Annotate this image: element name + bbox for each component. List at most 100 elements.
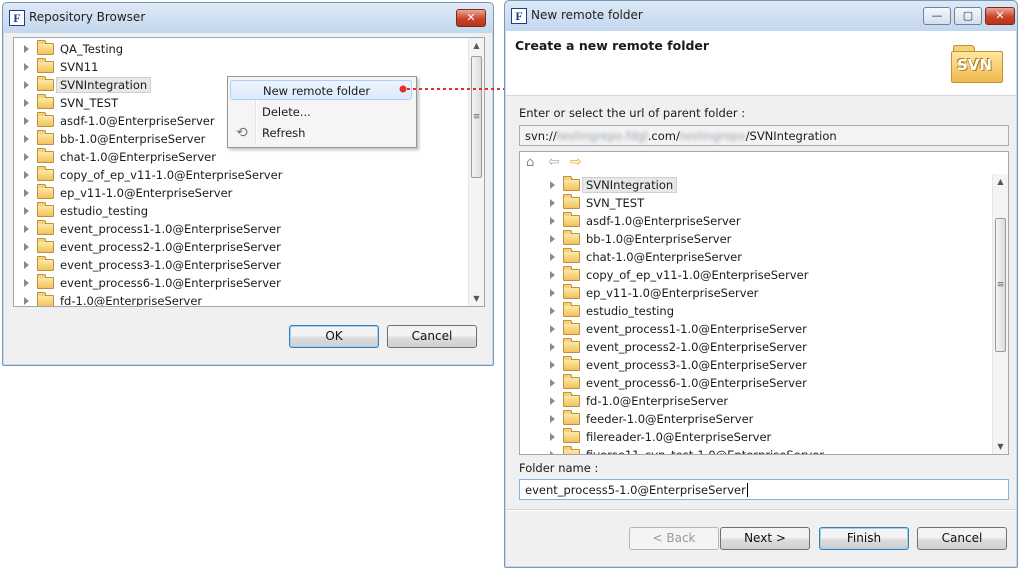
tree-row[interactable]: event_process1-1.0@EnterpriseServer — [550, 319, 807, 338]
expand-arrow-icon[interactable] — [550, 360, 555, 369]
tree-row-label: feeder-1.0@EnterpriseServer — [586, 412, 754, 426]
expand-arrow-icon[interactable] — [550, 252, 555, 261]
tree-row[interactable]: chat-1.0@EnterpriseServer — [24, 147, 216, 166]
close-icon[interactable]: ✕ — [985, 7, 1015, 25]
expand-arrow-icon[interactable] — [550, 270, 555, 279]
expand-arrow-icon[interactable] — [550, 414, 555, 423]
expand-arrow-icon[interactable] — [550, 396, 555, 405]
tree-row[interactable]: estudio_testing — [24, 201, 148, 220]
expand-arrow-icon[interactable] — [24, 188, 29, 197]
ok-button[interactable]: OK — [289, 325, 379, 348]
tree-row[interactable]: SVNIntegration — [24, 75, 152, 94]
tree-row[interactable]: filereader-1.0@EnterpriseServer — [550, 427, 771, 446]
new-folder-titlebar[interactable]: F New remote folder — ▢ ✕ — [505, 1, 1017, 31]
home-icon[interactable]: ⌂ — [526, 155, 534, 170]
tree-row[interactable]: fiverse11_svn_test-1.0@EnterpriseServer — [550, 445, 824, 454]
back-arrow-icon[interactable]: ⇦ — [548, 154, 560, 170]
tree-row[interactable]: event_process6-1.0@EnterpriseServer — [550, 373, 807, 392]
scroll-down-arrow-icon[interactable]: ▼ — [993, 439, 1008, 454]
tree-row[interactable]: ep_v11-1.0@EnterpriseServer — [24, 183, 232, 202]
tree-row-label: chat-1.0@EnterpriseServer — [60, 150, 216, 164]
tree-row[interactable]: QA_Testing — [24, 39, 123, 58]
close-icon[interactable]: ✕ — [456, 9, 486, 27]
tree-row[interactable]: event_process6-1.0@EnterpriseServer — [24, 273, 281, 292]
tree-row[interactable]: ep_v11-1.0@EnterpriseServer — [550, 283, 758, 302]
tree-row[interactable]: fd-1.0@EnterpriseServer — [24, 291, 202, 306]
expand-arrow-icon[interactable] — [24, 296, 29, 305]
tree-row[interactable]: SVN_TEST — [550, 193, 644, 212]
back-button[interactable]: < Back — [629, 527, 719, 550]
expand-arrow-icon[interactable] — [24, 62, 29, 71]
tree-row[interactable]: SVN11 — [24, 57, 98, 76]
tree-row[interactable]: SVN_TEST — [24, 93, 118, 112]
tree-row[interactable]: copy_of_ep_v11-1.0@EnterpriseServer — [550, 265, 808, 284]
repository-browser-titlebar[interactable]: F Repository Browser ✕ — [3, 3, 493, 33]
expand-arrow-icon[interactable] — [24, 98, 29, 107]
expand-arrow-icon[interactable] — [24, 206, 29, 215]
tree-row[interactable]: asdf-1.0@EnterpriseServer — [24, 111, 215, 130]
expand-arrow-icon[interactable] — [24, 134, 29, 143]
expand-arrow-icon[interactable] — [550, 450, 555, 454]
folder-icon — [37, 111, 54, 127]
tree-row[interactable]: event_process3-1.0@EnterpriseServer — [24, 255, 281, 274]
vertical-scrollbar[interactable]: ▲ ≡ ▼ — [992, 174, 1008, 454]
tree-row[interactable]: bb-1.0@EnterpriseServer — [550, 229, 731, 248]
expand-arrow-icon[interactable] — [24, 170, 29, 179]
expand-arrow-icon[interactable] — [24, 80, 29, 89]
tree-row[interactable]: feeder-1.0@EnterpriseServer — [550, 409, 754, 428]
expand-arrow-icon[interactable] — [550, 306, 555, 315]
scroll-down-arrow-icon[interactable]: ▼ — [469, 291, 484, 306]
scroll-up-arrow-icon[interactable]: ▲ — [469, 38, 484, 53]
next-button[interactable]: Next > — [720, 527, 810, 550]
expand-arrow-icon[interactable] — [24, 116, 29, 125]
tree-row[interactable]: fd-1.0@EnterpriseServer — [550, 391, 728, 410]
tree-row[interactable]: estudio_testing — [550, 301, 675, 320]
tree-row-label: estudio_testing — [586, 304, 675, 318]
expand-arrow-icon[interactable] — [550, 432, 555, 441]
scroll-thumb[interactable]: ≡ — [995, 218, 1006, 352]
scroll-up-arrow-icon[interactable]: ▲ — [993, 174, 1008, 189]
tree-row[interactable]: event_process2-1.0@EnterpriseServer — [550, 337, 807, 356]
expand-arrow-icon[interactable] — [550, 180, 555, 189]
expand-arrow-icon[interactable] — [24, 260, 29, 269]
tree-row[interactable]: copy_of_ep_v11-1.0@EnterpriseServer — [24, 165, 282, 184]
minimize-icon[interactable]: — — [923, 7, 951, 25]
folder-name-input[interactable]: event_process5-1.0@EnterpriseServer — [519, 479, 1009, 500]
expand-arrow-icon[interactable] — [550, 198, 555, 207]
cancel-button[interactable]: Cancel — [917, 527, 1007, 550]
expand-arrow-icon[interactable] — [24, 278, 29, 287]
tree-row[interactable]: event_process1-1.0@EnterpriseServer — [24, 219, 281, 238]
expand-arrow-icon[interactable] — [24, 44, 29, 53]
expand-arrow-icon[interactable] — [550, 216, 555, 225]
expand-arrow-icon[interactable] — [550, 288, 555, 297]
menu-item-new-remote-folder[interactable]: New remote folder — [230, 80, 412, 100]
finish-button[interactable]: Finish — [819, 527, 909, 550]
tree-row[interactable]: bb-1.0@EnterpriseServer — [24, 129, 205, 148]
tree-row[interactable]: SVNIntegration — [550, 175, 678, 194]
folder-icon — [37, 273, 54, 289]
expand-arrow-icon[interactable] — [550, 234, 555, 243]
expand-arrow-icon[interactable] — [24, 242, 29, 251]
folder-icon — [563, 373, 580, 389]
maximize-icon[interactable]: ▢ — [954, 7, 982, 25]
expand-arrow-icon[interactable] — [24, 152, 29, 161]
vertical-scrollbar[interactable]: ▲ ≡ ▼ — [468, 38, 484, 306]
tree-row[interactable]: chat-1.0@EnterpriseServer — [550, 247, 742, 266]
expand-arrow-icon[interactable] — [550, 342, 555, 351]
expand-arrow-icon[interactable] — [24, 224, 29, 233]
scroll-thumb[interactable]: ≡ — [471, 56, 482, 178]
menu-item-refresh[interactable]: ⟲ Refresh — [230, 123, 412, 143]
tree-row[interactable]: event_process3-1.0@EnterpriseServer — [550, 355, 807, 374]
url-field[interactable]: svn://testingrepo.fdgl.com/testingrepo/S… — [519, 125, 1009, 146]
tree-row[interactable]: event_process2-1.0@EnterpriseServer — [24, 237, 281, 256]
menu-item-delete[interactable]: Delete... — [230, 102, 412, 122]
expand-arrow-icon[interactable] — [550, 378, 555, 387]
folder-icon — [37, 237, 54, 253]
menu-item-label: New remote folder — [263, 84, 371, 98]
folder-icon — [37, 147, 54, 163]
expand-arrow-icon[interactable] — [550, 324, 555, 333]
cancel-button[interactable]: Cancel — [387, 325, 477, 348]
parent-folder-tree[interactable]: ⌂ ⇦ ⇨ SVNIntegration SVN_TEST asdf-1.0@Ent… — [519, 151, 1009, 455]
tree-row[interactable]: asdf-1.0@EnterpriseServer — [550, 211, 741, 230]
forward-arrow-icon[interactable]: ⇨ — [570, 154, 582, 170]
